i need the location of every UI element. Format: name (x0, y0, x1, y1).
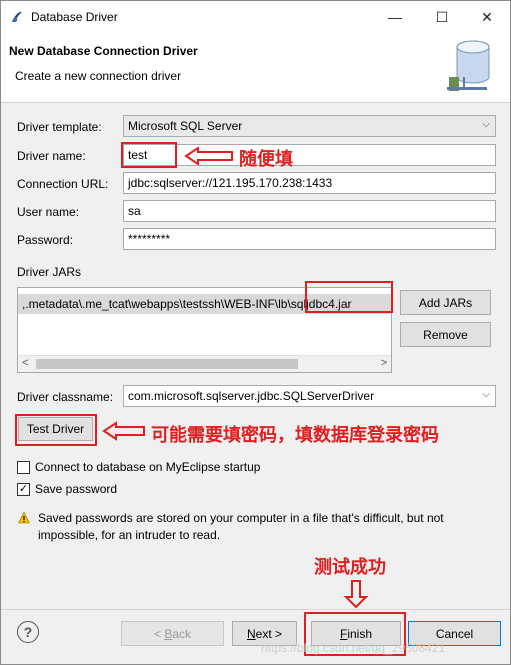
jar-path-prefix: ,.metadata\.me_tcat\webapps\testssh\WEB-… (22, 297, 281, 311)
driver-name-label: Driver name: (17, 149, 86, 163)
scroll-right-icon[interactable]: > (381, 357, 387, 369)
test-driver-annotation: 可能需要填密码，填数据库登录密码 (151, 425, 439, 445)
add-jars-button[interactable]: Add JARs (400, 290, 491, 315)
help-icon[interactable]: ? (17, 621, 39, 643)
test-driver-highlight-box (15, 414, 97, 446)
horizontal-scrollbar[interactable]: < > (18, 355, 391, 372)
connection-url-input[interactable]: jdbc:sqlserver://121.195.170.238:1433 (123, 172, 496, 194)
driver-classname-label: Driver classname: (17, 390, 114, 404)
scrollbar-thumb[interactable] (36, 359, 298, 369)
driver-name-annotation: 随便填 (239, 149, 293, 169)
password-input[interactable]: ********* (123, 228, 496, 250)
password-warning-text: Saved passwords are stored on your compu… (38, 511, 444, 542)
driver-name-highlight-box (121, 142, 177, 168)
back-button[interactable]: < Back (121, 621, 224, 646)
database-driver-dialog: Database Driver — ☐ ✕ New Database Conne… (0, 0, 511, 665)
driver-classname-select[interactable]: com.microsoft.sqlserver.jdbc.SQLServerDr… (123, 385, 496, 407)
save-password-label: Save password (35, 482, 118, 496)
myeclipse-icon (12, 11, 22, 23)
driver-classname-value: com.microsoft.sqlserver.jdbc.SQLServerDr… (128, 389, 375, 403)
dialog-title: New Database Connection Driver (9, 44, 198, 58)
connection-url-label: Connection URL: (17, 177, 109, 191)
chevron-down-icon: ⌵ (482, 119, 490, 130)
next-button-label: Next > (246, 626, 283, 641)
minimize-button[interactable]: — (375, 1, 415, 33)
title-bar: Database Driver — ☐ ✕ (1, 1, 510, 33)
maximize-button[interactable]: ☐ (422, 1, 462, 33)
dialog-subtitle: Create a new connection driver (15, 69, 182, 83)
finish-annotation: 测试成功 (314, 557, 386, 577)
password-label: Password: (17, 233, 74, 247)
window-title: Database Driver (31, 10, 118, 24)
user-name-label: User name: (17, 205, 80, 219)
connect-startup-checkbox[interactable] (17, 461, 30, 474)
driver-name-input[interactable]: test (123, 144, 496, 166)
user-name-input[interactable]: sa (123, 200, 496, 222)
connect-startup-label: Connect to database on MyEclipse startup (35, 460, 261, 474)
driver-template-label: Driver template: (17, 120, 102, 134)
left-arrow-icon (102, 421, 145, 441)
driver-jars-label: Driver JARs (17, 265, 82, 279)
jar-file-highlight-box (305, 281, 393, 313)
chevron-down-icon: ⌵ (482, 389, 490, 400)
remove-jar-button[interactable]: Remove (400, 322, 491, 347)
driver-template-select[interactable]: Microsoft SQL Server ⌵ (123, 115, 496, 137)
scroll-left-icon[interactable]: < (22, 357, 28, 369)
left-arrow-icon (184, 147, 233, 165)
database-icon (447, 40, 490, 91)
close-button[interactable]: ✕ (467, 1, 507, 33)
watermark-text: https://blog.csdn.net/qq_29508421 (261, 641, 446, 655)
save-password-checkbox[interactable]: ✓ (17, 483, 30, 496)
dialog-header: New Database Connection Driver Create a … (1, 33, 510, 103)
warning-icon (18, 512, 30, 524)
down-arrow-icon (344, 580, 368, 609)
driver-template-value: Microsoft SQL Server (128, 119, 243, 133)
back-button-label: < Back (153, 626, 192, 641)
